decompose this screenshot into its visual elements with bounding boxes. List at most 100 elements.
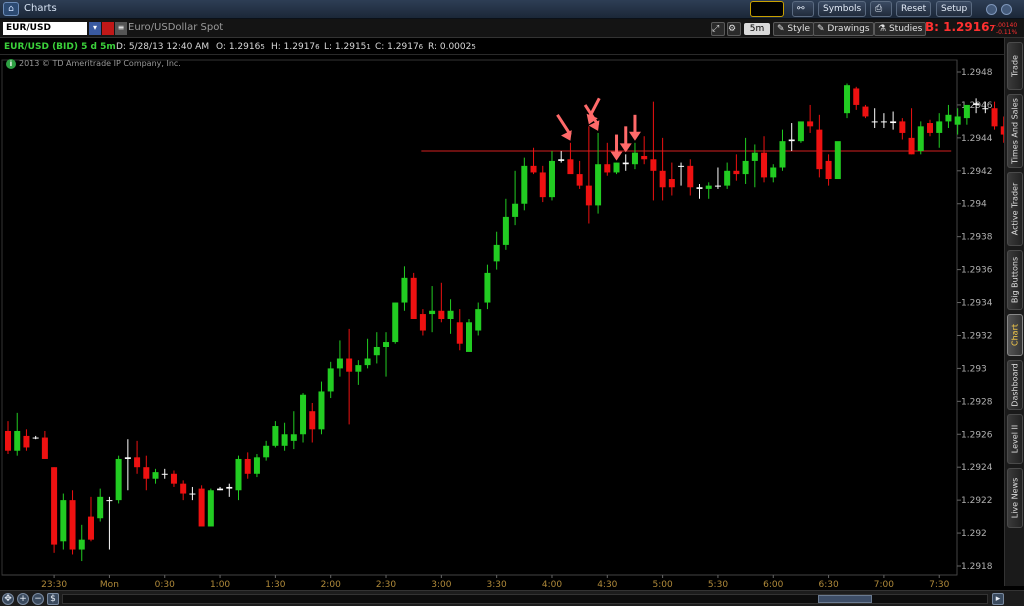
- candle-body: [558, 159, 565, 161]
- side-tab-label: Times And Sales: [1010, 98, 1020, 164]
- candle-body: [733, 170, 740, 175]
- candle-body: [124, 457, 131, 459]
- info-date: D: 5/28/13 12:40 AM: [116, 42, 210, 52]
- top-right-controls: ⚯ Symbols ⎙ Reset Setup: [750, 0, 1024, 19]
- candle-body: [438, 310, 445, 319]
- candle-body: [844, 85, 851, 114]
- candle-body: [604, 164, 611, 173]
- candle-body: [788, 139, 795, 142]
- candle-body: [834, 141, 841, 180]
- settings-icon[interactable]: ⚙: [727, 22, 741, 36]
- home-icon[interactable]: ⌂: [3, 2, 19, 16]
- reset-button[interactable]: Reset: [896, 1, 932, 17]
- side-tab-chart[interactable]: Chart: [1007, 314, 1023, 356]
- zoom-out-icon[interactable]: −: [32, 593, 44, 605]
- y-tick-label: 1.2932: [961, 331, 993, 341]
- x-tick-label: 1:30: [265, 580, 285, 590]
- candle-body: [87, 516, 94, 540]
- y-tick-label: 1.2936: [961, 266, 993, 276]
- candle-body: [143, 467, 150, 479]
- symbols-button[interactable]: Symbols: [818, 1, 867, 17]
- candle-body: [346, 358, 353, 372]
- side-tab-times-and-sales[interactable]: Times And Sales: [1007, 94, 1023, 168]
- candle-body: [880, 121, 887, 123]
- pan-icon[interactable]: ✥: [2, 593, 14, 605]
- info-low-value: L: 1.2915: [324, 42, 367, 52]
- candle-body: [355, 365, 362, 372]
- candle-body: [373, 346, 380, 356]
- x-tick-label: 6:30: [818, 580, 838, 590]
- side-tab-label: Big Buttons: [1010, 256, 1020, 304]
- candle-body: [890, 121, 897, 124]
- candle-body: [401, 277, 408, 303]
- candle-body: [475, 309, 482, 331]
- candle-body: [161, 473, 168, 475]
- style-menu-button[interactable]: ✎ Style: [773, 22, 815, 36]
- candle-body: [936, 121, 943, 133]
- minimize-icon[interactable]: [986, 4, 997, 15]
- candle-body: [383, 342, 390, 347]
- symbol-dropdown-icon[interactable]: ▾: [89, 22, 101, 35]
- candle-body: [512, 203, 519, 217]
- x-tick-label: 5:30: [708, 580, 728, 590]
- side-tab-label: Dashboard: [1010, 363, 1020, 407]
- maximize-icon[interactable]: [1001, 4, 1012, 15]
- side-tab-active-trader[interactable]: Active Trader: [1007, 172, 1023, 246]
- y-tick-label: 1.294: [961, 200, 987, 210]
- info-close-sup: 6: [418, 43, 424, 51]
- quick-quote-box[interactable]: [750, 1, 784, 17]
- drawings-menu-button[interactable]: ✎ Drawings: [813, 22, 874, 36]
- candle-body: [650, 159, 657, 171]
- candle-body: [751, 152, 758, 161]
- candle-body: [290, 434, 297, 441]
- candle-body: [779, 141, 786, 168]
- y-tick-label: 1.2922: [961, 496, 993, 506]
- expand-icon[interactable]: ▸: [992, 593, 1004, 605]
- candle-body: [613, 162, 620, 173]
- candle-body: [825, 160, 832, 180]
- x-tick-label: 4:00: [542, 580, 562, 590]
- side-tab-level-ii[interactable]: Level II: [1007, 414, 1023, 464]
- candle-body: [429, 310, 436, 315]
- info-close: C: 1.29176: [375, 41, 423, 53]
- setup-button[interactable]: Setup: [936, 1, 973, 17]
- timeframe-selector[interactable]: 5m: [744, 23, 770, 35]
- candle-body: [152, 472, 159, 479]
- candle-body: [668, 179, 675, 188]
- time-scrollbar-thumb[interactable]: [818, 595, 872, 603]
- side-tab-live-news[interactable]: Live News: [1007, 468, 1023, 528]
- candle-body: [300, 394, 307, 435]
- link-icon[interactable]: ⚯: [792, 1, 814, 17]
- symbol-link-icon[interactable]: [102, 22, 114, 35]
- side-tab-trade[interactable]: Trade: [1007, 42, 1023, 90]
- candle-body: [244, 458, 251, 474]
- window-title: Charts: [24, 3, 57, 14]
- studies-menu-button[interactable]: ⚗ Studies: [874, 22, 927, 36]
- info-low-sup: 1: [366, 43, 371, 51]
- symbol-input[interactable]: EUR/USD: [3, 22, 87, 35]
- print-icon[interactable]: ⎙: [870, 1, 892, 17]
- candlestick-chart[interactable]: 1.2918 1.292 1.2922 1.2924 1.2926 1.2928 1.293…: [0, 55, 1004, 590]
- side-tab-big-buttons[interactable]: Big Buttons: [1007, 250, 1023, 310]
- symbol-lookup-icon[interactable]: ≡: [115, 22, 127, 35]
- candle-body: [235, 458, 242, 491]
- candle-body: [585, 185, 592, 206]
- fit-chart-icon[interactable]: ⤢: [711, 22, 725, 36]
- candle-body: [705, 185, 712, 189]
- candle-body: [908, 137, 915, 155]
- candle-body: [696, 187, 703, 189]
- info-icon[interactable]: i: [6, 59, 16, 69]
- candle-body: [410, 277, 417, 319]
- zoom-in-icon[interactable]: +: [17, 593, 29, 605]
- candle-body: [853, 88, 860, 105]
- percent-change: -0.11%: [995, 29, 1018, 36]
- change-box: -.00140 -0.11%: [994, 22, 1017, 36]
- dollar-icon[interactable]: $: [47, 593, 59, 605]
- side-tab-dashboard[interactable]: Dashboard: [1007, 360, 1023, 410]
- candle-body: [115, 458, 122, 501]
- info-open-value: O: 1.2916: [216, 42, 261, 52]
- candle-body: [724, 170, 731, 186]
- candle-body: [954, 116, 961, 125]
- candle-body: [539, 172, 546, 198]
- candle-body: [871, 121, 878, 123]
